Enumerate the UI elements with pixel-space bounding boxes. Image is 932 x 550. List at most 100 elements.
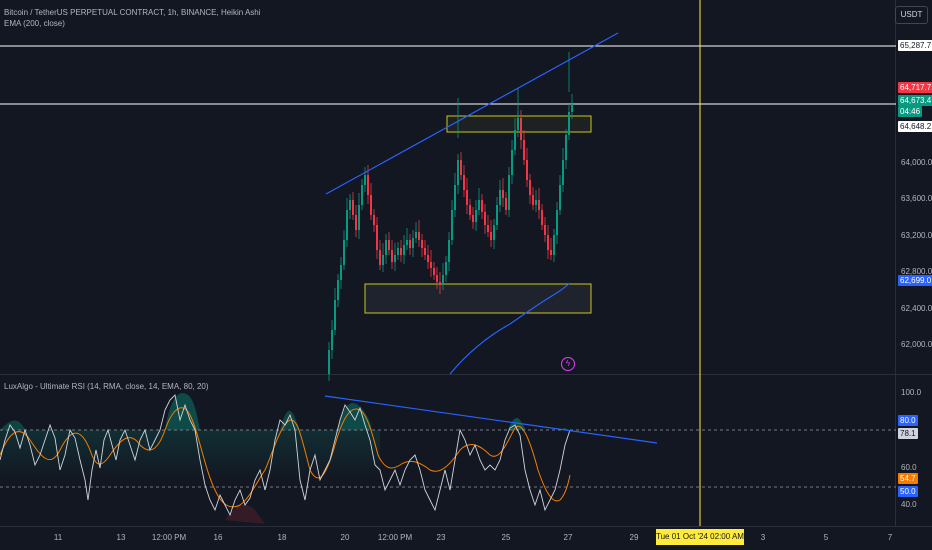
candle-body: [544, 225, 546, 235]
candle-body: [448, 240, 450, 262]
price-tick-label: 64,000.0: [901, 158, 932, 167]
candle-body: [568, 112, 570, 135]
candle-body: [340, 265, 342, 280]
candle-body: [571, 104, 573, 112]
candle-body: [376, 225, 378, 250]
candle-body: [430, 262, 432, 268]
price-tick-label: 63,600.0: [901, 194, 932, 204]
candle-body: [523, 140, 525, 160]
candle-body: [445, 262, 447, 275]
candle-body: [487, 225, 489, 232]
candle-body: [367, 175, 369, 195]
chart-canvas[interactable]: [0, 0, 932, 550]
candle-body: [547, 235, 549, 250]
rsi-legend[interactable]: LuxAlgo - Ultimate RSI (14, RMA, close, …: [4, 382, 209, 391]
candle-body: [457, 160, 459, 185]
price-tag-last: 64,673.4: [898, 95, 932, 106]
candle-body: [346, 210, 348, 240]
candle-body: [529, 180, 531, 195]
candle-body: [535, 200, 537, 205]
candle-body: [478, 200, 480, 210]
candle-body: [511, 150, 513, 175]
candle-body: [409, 240, 411, 248]
time-tick-label: 27: [563, 533, 573, 542]
candle-body: [559, 185, 561, 210]
time-tick-label: 20: [340, 533, 350, 542]
rsi-overbought-fill: [0, 420, 40, 430]
candle-body: [328, 350, 330, 374]
candle-body: [421, 240, 423, 248]
candle-body: [388, 240, 390, 250]
candle-body: [397, 248, 399, 255]
rsi-value-tag: 78.1: [898, 428, 918, 439]
candle-body: [469, 205, 471, 215]
candle-body: [364, 175, 366, 185]
time-tick-label: 13: [116, 533, 126, 542]
lightning-bolt-icon[interactable]: ϟ: [561, 357, 575, 371]
candle-body: [433, 268, 435, 275]
candle-body: [541, 210, 543, 225]
candle-body: [406, 240, 408, 245]
candle-body: [370, 195, 372, 215]
candle-body: [550, 250, 552, 255]
time-tick-label: 5: [823, 533, 829, 542]
candle-body: [466, 190, 468, 205]
candle-body: [532, 195, 534, 205]
candle-body: [403, 245, 405, 255]
candle-body: [373, 215, 375, 225]
candle-body: [454, 185, 456, 210]
price-tag-hline: 65,287.7: [898, 40, 932, 51]
candle-body: [337, 280, 339, 300]
rsi-value-tag: 80.0: [898, 415, 918, 426]
price-tick-label: 63,200.0: [901, 230, 932, 240]
rsi-value-tag: 50.0: [898, 486, 918, 497]
candle-body: [526, 160, 528, 180]
time-tick-label: 11: [53, 533, 63, 542]
rsi-tick-label: 60.0: [901, 463, 917, 472]
time-tick-label: 12:00 PM: [377, 533, 413, 542]
rsi-value-tag: 54.7: [898, 473, 918, 484]
symbol-title[interactable]: Bitcoin / TetherUS PERPETUAL CONTRACT, 1…: [4, 8, 261, 17]
candle-body: [427, 255, 429, 262]
candle-body: [334, 300, 336, 330]
rsi-fill-3: [338, 402, 372, 430]
crosshair-date-label: Tue 01 Oct '24 02:00 AM: [656, 529, 744, 545]
rsi-tick-label: 40.0: [901, 500, 917, 509]
candle-body: [499, 190, 501, 205]
candle-body: [439, 282, 441, 285]
candle-body: [418, 232, 420, 240]
ema-legend[interactable]: EMA (200, close): [4, 19, 65, 28]
time-tick-label: 3: [760, 533, 766, 542]
price-tag-ema: 62,699.0: [898, 275, 932, 287]
candle-body: [451, 210, 453, 240]
candle-body: [382, 255, 384, 265]
price-tick-label: 62,000.0: [901, 340, 932, 349]
candle-body: [379, 250, 381, 265]
candle-body: [556, 210, 558, 235]
time-tick-label: 16: [213, 533, 223, 542]
candle-body: [520, 118, 522, 140]
time-tick-label: 7: [887, 533, 893, 542]
candle-body: [481, 200, 483, 212]
candle-body: [496, 205, 498, 225]
candle-body: [514, 130, 516, 150]
support-zone[interactable]: [364, 283, 592, 314]
price-tick-label: 62,400.0: [901, 303, 932, 313]
candle-body: [385, 240, 387, 255]
candle-body: [361, 185, 363, 205]
candle-body: [412, 238, 414, 248]
price-tag-high: 64,717.7: [898, 82, 932, 93]
candle-body: [463, 175, 465, 190]
time-tick-label: 23: [436, 533, 446, 542]
time-tick-label: 25: [501, 533, 511, 542]
candle-body: [565, 135, 567, 160]
candle-body: [553, 235, 555, 255]
candle-body: [562, 160, 564, 185]
rsi-pane: [0, 393, 896, 524]
rsi-oversold-fill: [225, 504, 265, 524]
price-tag-hline: 64,648.2: [898, 121, 932, 132]
currency-button[interactable]: USDT: [895, 6, 928, 24]
candle-body: [391, 250, 393, 262]
time-tick-label: 18: [277, 533, 287, 542]
time-tick-label: 29: [629, 533, 639, 542]
